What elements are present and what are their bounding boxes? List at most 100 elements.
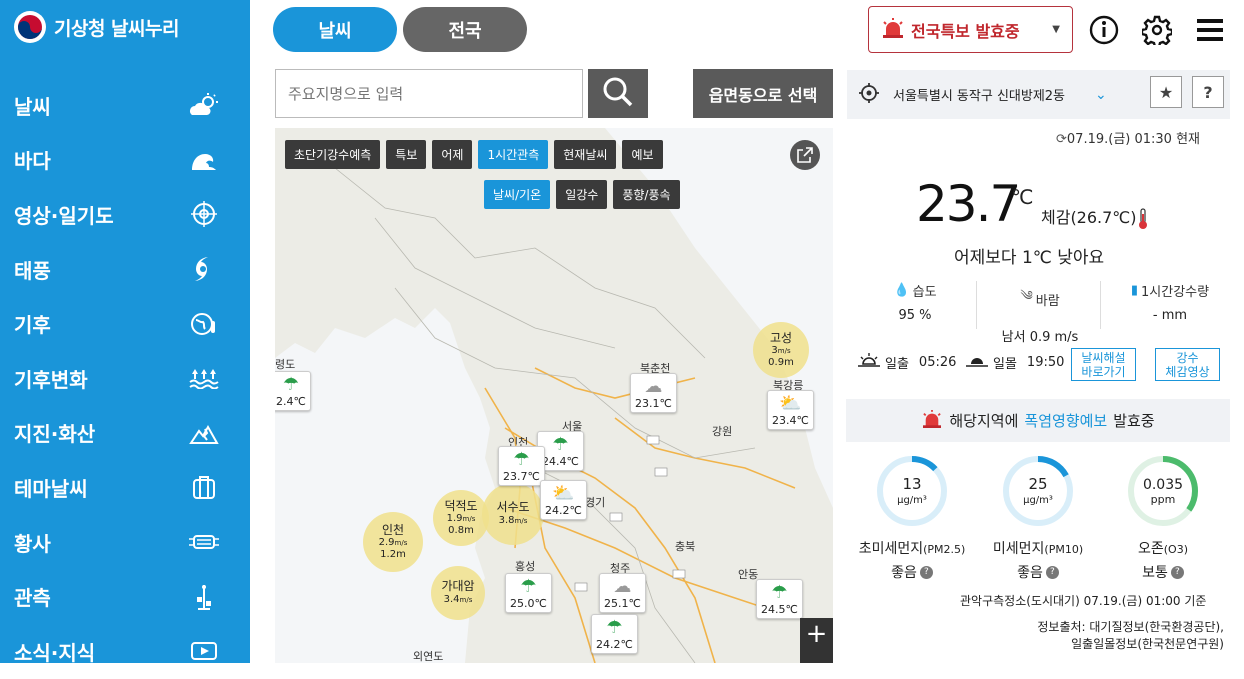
menu-item-climate[interactable]: 기후 <box>0 296 250 351</box>
layer-warnings[interactable]: 특보 <box>386 140 427 169</box>
data-source: 정보출처: 대기질정보(한국환경공단), 일출일몰정보(한국천문연구원) <box>1037 619 1224 653</box>
station-temp: 25.0℃ <box>510 597 547 610</box>
satellite-icon <box>188 200 220 228</box>
help-button[interactable]: ? <box>1192 76 1224 108</box>
station-marker[interactable]: ☂ 24.5℃ <box>756 579 803 619</box>
humidity-label: 습도 <box>912 285 937 300</box>
layer-hourly-obs[interactable]: 1시간관측 <box>478 140 549 169</box>
station-marker[interactable]: ⛅ 23.4℃ <box>767 390 814 430</box>
warning-highlight[interactable]: 폭염영향예보 <box>1024 410 1107 431</box>
sub-daily-rain[interactable]: 일강수 <box>556 180 608 209</box>
umbrella-icon: ☂ <box>513 449 530 470</box>
menu-label: 바다 <box>14 149 51 174</box>
station-marker[interactable]: ⛅ 24.2℃ <box>540 480 587 520</box>
pm25-grade: 좋음? <box>842 562 982 582</box>
wave-buoy-bubble[interactable]: 고성 3m/s 0.9m <box>753 322 809 378</box>
expand-map-icon[interactable] <box>790 140 820 170</box>
sub-wind[interactable]: 풍향/풍속 <box>613 180 680 209</box>
umbrella-icon: ☂ <box>282 374 299 395</box>
menu-label: 소식·지식 <box>14 640 96 665</box>
rain-video-button[interactable]: 강수 체감영상 <box>1155 348 1220 381</box>
wave-buoy-bubble[interactable]: 덕적도 1.9m/s 0.8m <box>433 490 489 546</box>
rain-label: 1시간강수량 <box>1141 285 1210 300</box>
layer-current-weather[interactable]: 현재날씨 <box>554 140 617 169</box>
weather-map[interactable]: 초단기강수예측 특보 어제 1시간관측 현재날씨 예보 날씨/기온 일강수 풍향… <box>275 128 833 663</box>
locate-target-icon[interactable] <box>859 82 879 107</box>
sub-weather-temp[interactable]: 날씨/기온 <box>484 180 551 209</box>
menu-item-sea[interactable]: 바다 <box>0 133 250 188</box>
weather-commentary-button[interactable]: 날씨해설 바로가기 <box>1071 348 1136 381</box>
menu-item-theme-weather[interactable]: 테마날씨 <box>0 460 250 515</box>
siren-icon <box>881 17 905 42</box>
national-alert-dropdown[interactable]: 전국특보 발효중 ▼ <box>868 6 1073 53</box>
wave-buoy-bubble[interactable]: 가대암 3.4m/s <box>431 566 485 620</box>
warning-prefix: 해당지역에 <box>949 412 1019 430</box>
kma-logo[interactable]: 기상청 날씨누리 <box>14 10 179 44</box>
layer-yesterday[interactable]: 어제 <box>432 140 473 169</box>
cloud-icon: ☁ <box>644 376 663 397</box>
help-icon[interactable]: ? <box>919 565 933 579</box>
menu-item-typhoon[interactable]: 태풍 <box>0 242 250 297</box>
info-icon[interactable] <box>1088 14 1120 46</box>
menu-item-yellow-dust[interactable]: 황사 <box>0 515 250 570</box>
menu-label: 태풍 <box>14 258 51 283</box>
menu-item-observation[interactable]: 관측 <box>0 569 250 624</box>
location-name: 서울특별시 동작구 신대방제2동 <box>893 89 1066 104</box>
chevron-down-icon: ⌄ <box>1095 86 1107 103</box>
buoy-name: 덕적도 <box>444 498 478 513</box>
help-icon[interactable]: ? <box>1045 565 1059 579</box>
pm10-grade-text: 좋음 <box>1017 565 1043 581</box>
station-marker[interactable]: ☂ 25.0℃ <box>505 573 552 613</box>
droplet-icon: 💧 <box>893 283 910 298</box>
settings-gear-icon[interactable] <box>1141 14 1173 46</box>
layer-forecast[interactable]: 예보 <box>622 140 663 169</box>
rainfall-stat: ▮ 1시간강수량 - mm <box>1115 281 1225 323</box>
buoy-name: 고성 <box>769 330 793 345</box>
buoy-wind-unit: m/s <box>514 517 528 526</box>
menu-label: 관측 <box>14 586 51 611</box>
favorite-star-button[interactable]: ★ <box>1150 76 1182 108</box>
sunrise: 일출 05:26 <box>857 352 956 372</box>
source-line-1: 정보출처: 대기질정보(한국환경공단), <box>1037 620 1224 634</box>
station-marker[interactable]: ☂ 24.2℃ <box>591 614 638 654</box>
station-temp: 24.5℃ <box>761 603 798 616</box>
search-button[interactable] <box>588 69 648 118</box>
buoy-wind-unit: m/s <box>394 539 408 548</box>
menu-item-news[interactable]: 소식·지식 <box>0 624 250 679</box>
wave-buoy-bubble[interactable]: 서수도 3.8m/s <box>482 483 544 545</box>
warning-suffix: 발효중 <box>1113 412 1155 430</box>
feels-like: 체감(26.7℃) <box>1041 204 1149 230</box>
menu-item-earthquake[interactable]: 지진·화산 <box>0 406 250 461</box>
menu-item-imagery[interactable]: 영상·일기도 <box>0 187 250 242</box>
menu-label: 기후변화 <box>14 367 88 392</box>
refresh-icon[interactable]: ⟳ <box>1056 132 1067 147</box>
menu-label: 영상·일기도 <box>14 203 114 228</box>
help-icon[interactable]: ? <box>1170 565 1184 579</box>
tab-weather[interactable]: 날씨 <box>273 7 397 52</box>
station-marker[interactable]: ☂ 2.4℃ <box>275 371 311 411</box>
hamburger-menu-icon[interactable] <box>1194 14 1226 46</box>
layer-nowcast-rain[interactable]: 초단기강수예측 <box>285 140 381 169</box>
observation-tower-icon <box>188 583 220 611</box>
menu-label: 기후 <box>14 313 51 338</box>
select-dong-button[interactable]: 읍면동으로 선택 <box>693 69 833 118</box>
station-marker[interactable]: ☂ 23.7℃ <box>498 446 545 486</box>
search-input[interactable] <box>288 84 582 103</box>
tab-national[interactable]: 전국 <box>403 7 527 52</box>
wave-buoy-bubble[interactable]: 인천 2.9m/s 1.2m <box>363 512 423 572</box>
umbrella-icon: ☂ <box>606 617 623 638</box>
current-temperature: 23.7 <box>916 175 1021 233</box>
heatwave-warning-banner[interactable]: 해당지역에 폭염영향예보 발효중 <box>846 399 1230 442</box>
station-marker[interactable]: ☁ 25.1℃ <box>599 573 646 613</box>
station-marker[interactable]: ☁ 23.1℃ <box>630 373 677 413</box>
feels-like-text: 체감(26.7℃) <box>1041 208 1137 227</box>
station-temp: 25.1℃ <box>604 597 641 610</box>
search-field[interactable] <box>275 69 583 118</box>
earthquake-icon <box>188 419 220 447</box>
menu-label: 테마날씨 <box>14 476 88 501</box>
menu-item-weather[interactable]: 날씨 <box>0 78 250 133</box>
station-temp: 23.1℃ <box>635 397 672 410</box>
menu-item-climate-change[interactable]: 기후변화 <box>0 351 250 406</box>
zoom-in-button[interactable]: + <box>800 618 833 663</box>
divider <box>1100 281 1101 329</box>
